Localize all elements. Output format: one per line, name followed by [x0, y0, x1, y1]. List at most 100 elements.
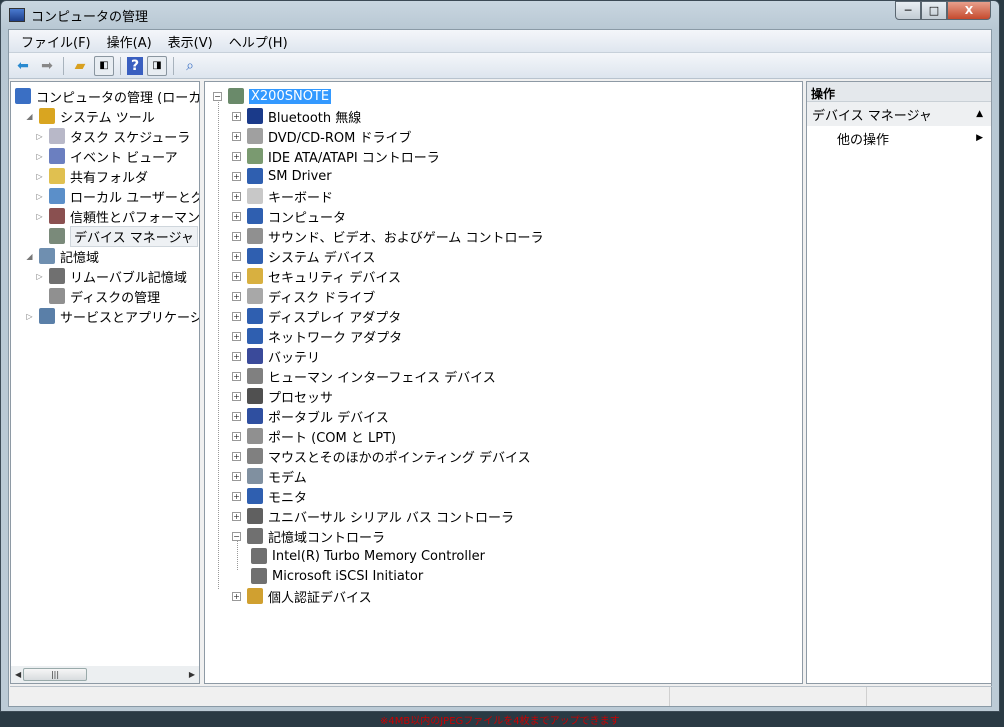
- expand-icon[interactable]: +: [232, 511, 241, 521]
- help-icon[interactable]: ?: [127, 56, 143, 75]
- expand-arrow-icon[interactable]: ▷: [35, 212, 44, 221]
- show-hide-action-pane-icon[interactable]: ◨: [147, 55, 167, 76]
- scroll-thumb[interactable]: |||: [23, 668, 87, 681]
- expand-icon[interactable]: +: [232, 591, 241, 601]
- device-category[interactable]: + サウンド、ビデオ、およびゲーム コントローラ: [232, 226, 543, 246]
- minimize-button[interactable]: ─: [895, 1, 921, 20]
- collapse-icon[interactable]: −: [232, 531, 241, 541]
- device-icon: [251, 568, 267, 584]
- menu-view[interactable]: 表示(V): [160, 32, 221, 51]
- device-category[interactable]: + ヒューマン インターフェイス デバイス: [232, 366, 496, 386]
- device-category[interactable]: + ポート (COM と LPT): [232, 426, 396, 446]
- expand-icon[interactable]: +: [232, 451, 241, 461]
- tree-item[interactable]: ▷ 信頼性とパフォーマンス: [35, 206, 199, 226]
- expand-icon[interactable]: +: [232, 311, 241, 321]
- close-button[interactable]: X: [947, 1, 991, 20]
- expand-icon[interactable]: +: [232, 411, 241, 421]
- horizontal-scrollbar[interactable]: ◀ ||| ▶: [11, 666, 199, 683]
- actions-section-device-manager[interactable]: デバイス マネージャ ▲: [807, 102, 991, 126]
- expand-icon[interactable]: +: [232, 111, 241, 121]
- device-icon: [247, 408, 263, 424]
- device-category[interactable]: − 記憶域コントローラ: [232, 526, 385, 546]
- expand-arrow-icon[interactable]: ▷: [35, 272, 44, 281]
- collapse-icon[interactable]: −: [213, 91, 222, 101]
- tree-item[interactable]: デバイス マネージャ: [35, 225, 198, 247]
- device-category[interactable]: + セキュリティ デバイス: [232, 266, 401, 286]
- device-category[interactable]: + ディスプレイ アダプタ: [232, 306, 401, 326]
- expand-arrow-icon[interactable]: ▷: [35, 172, 44, 181]
- expand-icon[interactable]: +: [232, 391, 241, 401]
- expand-icon[interactable]: +: [232, 491, 241, 501]
- device-category[interactable]: + キーボード: [232, 186, 333, 206]
- device-category[interactable]: + ポータブル デバイス: [232, 406, 389, 426]
- tree-item[interactable]: ▷ 共有フォルダ: [35, 166, 148, 186]
- scroll-right-icon[interactable]: ▶: [189, 670, 195, 679]
- tree-item[interactable]: ◢ 記憶域: [25, 246, 99, 266]
- tree-item[interactable]: ディスクの管理: [35, 286, 160, 306]
- expand-arrow-icon[interactable]: ▷: [35, 132, 44, 141]
- status-section: [670, 687, 867, 706]
- device-category[interactable]: + Bluetooth 無線: [232, 106, 361, 126]
- tree-item[interactable]: ▷ タスク スケジューラ: [35, 126, 190, 146]
- up-folder-icon[interactable]: ▰: [70, 56, 90, 76]
- tree-node-icon: [49, 148, 65, 164]
- expand-icon[interactable]: +: [232, 271, 241, 281]
- forward-icon[interactable]: ➡: [37, 56, 57, 76]
- expand-icon[interactable]: +: [232, 471, 241, 481]
- expand-arrow-icon[interactable]: ▷: [35, 152, 44, 161]
- device-category[interactable]: + DVD/CD-ROM ドライブ: [232, 126, 411, 146]
- expand-icon[interactable]: +: [232, 331, 241, 341]
- device-tree-root[interactable]: − X200SNOTE: [213, 86, 332, 106]
- expand-icon[interactable]: +: [232, 151, 241, 161]
- back-icon[interactable]: ⬅: [13, 56, 33, 76]
- expand-icon[interactable]: +: [232, 131, 241, 141]
- menu-file[interactable]: ファイル(F): [13, 32, 99, 51]
- show-hide-console-tree-icon[interactable]: ◧: [94, 55, 114, 76]
- tree-item[interactable]: ▷ サービスとアプリケーショ: [25, 306, 199, 326]
- device-category[interactable]: + コンピュータ: [232, 206, 346, 226]
- menu-action[interactable]: 操作(A): [99, 32, 160, 51]
- submenu-arrow-icon: ▶: [976, 133, 983, 143]
- status-bar: [10, 686, 992, 706]
- device-category[interactable]: + 個人認証デバイス: [232, 586, 372, 606]
- device-category[interactable]: + モデム: [232, 466, 307, 486]
- expand-icon[interactable]: +: [232, 231, 241, 241]
- device-category[interactable]: + プロセッサ: [232, 386, 333, 406]
- device-category[interactable]: + ディスク ドライブ: [232, 286, 375, 306]
- collapse-icon[interactable]: ▲: [976, 109, 983, 119]
- expand-icon[interactable]: +: [232, 351, 241, 361]
- expand-arrow-icon[interactable]: ◢: [25, 112, 34, 121]
- more-actions-label: 他の操作: [837, 132, 890, 148]
- device-category[interactable]: + マウスとそのほかのポインティング デバイス: [232, 446, 531, 466]
- tree-item[interactable]: ▷ ローカル ユーザーとグ: [35, 186, 199, 206]
- device-category[interactable]: + システム デバイス: [232, 246, 375, 266]
- device-category[interactable]: + ネットワーク アダプタ: [232, 326, 402, 346]
- scan-hardware-icon[interactable]: ⌕: [180, 56, 200, 76]
- device-category[interactable]: + バッテリ: [232, 346, 320, 366]
- expand-arrow-icon[interactable]: ◢: [25, 252, 34, 261]
- tree-item[interactable]: ▷ リムーバブル記憶域: [35, 266, 187, 286]
- tree-item[interactable]: ▷ イベント ビューア: [35, 146, 178, 166]
- device-category[interactable]: Intel(R) Turbo Memory Controller: [251, 546, 485, 566]
- expand-icon[interactable]: +: [232, 251, 241, 261]
- tree-item[interactable]: コンピュータの管理 (ローカル: [15, 86, 199, 106]
- expand-icon[interactable]: +: [232, 191, 241, 201]
- expand-icon[interactable]: +: [232, 171, 241, 181]
- scroll-left-icon[interactable]: ◀: [15, 670, 21, 679]
- expand-arrow-icon[interactable]: ▷: [35, 192, 44, 201]
- device-category[interactable]: + モニタ: [232, 486, 307, 506]
- tree-item-label: 記憶域: [60, 250, 100, 266]
- device-category[interactable]: + IDE ATA/ATAPI コントローラ: [232, 146, 440, 166]
- more-actions-item[interactable]: 他の操作 ▶: [807, 126, 991, 150]
- maximize-button[interactable]: □: [921, 1, 947, 20]
- device-category[interactable]: Microsoft iSCSI Initiator: [251, 566, 423, 586]
- menu-help[interactable]: ヘルプ(H): [221, 32, 296, 51]
- expand-arrow-icon[interactable]: ▷: [25, 312, 34, 321]
- device-category[interactable]: + SM Driver: [232, 166, 332, 186]
- expand-icon[interactable]: +: [232, 211, 241, 221]
- expand-icon[interactable]: +: [232, 291, 241, 301]
- device-category[interactable]: + ユニバーサル シリアル バス コントローラ: [232, 506, 514, 526]
- tree-item[interactable]: ◢ システム ツール: [25, 106, 155, 126]
- expand-icon[interactable]: +: [232, 431, 241, 441]
- expand-icon[interactable]: +: [232, 371, 241, 381]
